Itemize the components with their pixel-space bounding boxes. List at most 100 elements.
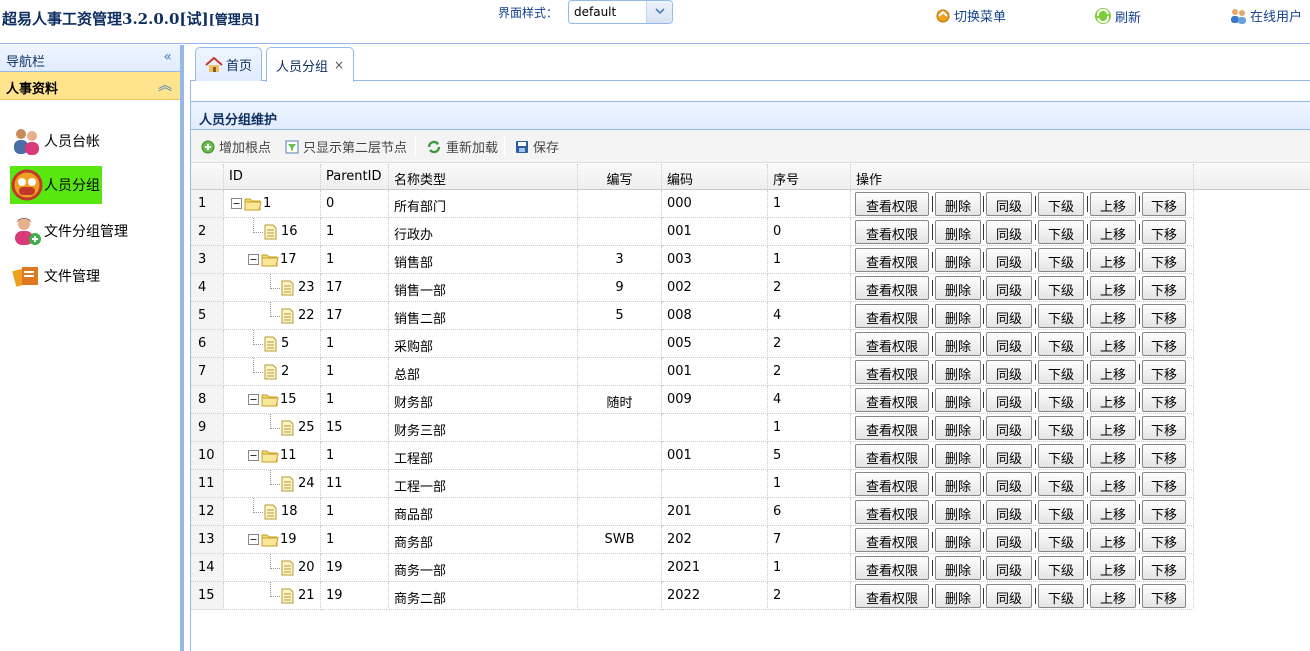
cell-id[interactable]: 22 (224, 302, 321, 330)
cell-id[interactable]: 11 (224, 442, 321, 470)
move-down-button[interactable]: 下移 (1142, 304, 1186, 328)
move-up-button[interactable]: 上移 (1090, 584, 1136, 608)
add-sibling-button[interactable]: 同级 (986, 472, 1032, 496)
move-up-button[interactable]: 上移 (1090, 276, 1136, 300)
delete-button[interactable]: 删除 (935, 388, 981, 412)
delete-button[interactable]: 删除 (935, 444, 981, 468)
view-permissions-button[interactable]: 查看权限 (855, 276, 929, 300)
collapse-up-icon[interactable]: ︽ (158, 75, 172, 95)
add-sibling-button[interactable]: 同级 (986, 248, 1032, 272)
cell-id[interactable]: 15 (224, 386, 321, 414)
delete-button[interactable]: 删除 (935, 276, 981, 300)
cell-id[interactable]: 19 (224, 526, 321, 554)
move-down-button[interactable]: 下移 (1142, 276, 1186, 300)
header-code[interactable]: 编码 (662, 164, 768, 190)
move-down-button[interactable]: 下移 (1142, 500, 1186, 524)
expand-toggle-icon[interactable] (248, 450, 259, 465)
add-child-button[interactable]: 下级 (1038, 444, 1084, 468)
online-users-link[interactable]: 在线用户 (1228, 6, 1302, 25)
delete-button[interactable]: 删除 (935, 332, 981, 356)
move-down-button[interactable]: 下移 (1142, 192, 1186, 216)
move-up-button[interactable]: 上移 (1090, 416, 1136, 440)
cell-id[interactable]: 2 (224, 358, 321, 386)
delete-button[interactable]: 删除 (935, 472, 981, 496)
add-sibling-button[interactable]: 同级 (986, 332, 1032, 356)
collapse-left-icon[interactable]: « (163, 49, 172, 65)
add-child-button[interactable]: 下级 (1038, 500, 1084, 524)
add-sibling-button[interactable]: 同级 (986, 220, 1032, 244)
view-permissions-button[interactable]: 查看权限 (855, 360, 929, 384)
move-down-button[interactable]: 下移 (1142, 332, 1186, 356)
close-icon[interactable]: × (334, 58, 344, 72)
header-name-type[interactable]: 名称类型 (389, 164, 578, 190)
refresh-link[interactable]: 刷新 (1093, 6, 1141, 26)
view-permissions-button[interactable]: 查看权限 (855, 472, 929, 496)
view-permissions-button[interactable]: 查看权限 (855, 332, 929, 356)
move-up-button[interactable]: 上移 (1090, 556, 1136, 580)
view-permissions-button[interactable]: 查看权限 (855, 388, 929, 412)
header-abbr[interactable]: 编写 (578, 164, 662, 190)
tab-home[interactable]: 首页 (195, 47, 263, 81)
add-sibling-button[interactable]: 同级 (986, 192, 1032, 216)
view-permissions-button[interactable]: 查看权限 (855, 304, 929, 328)
move-down-button[interactable]: 下移 (1142, 416, 1186, 440)
add-sibling-button[interactable]: 同级 (986, 444, 1032, 468)
move-down-button[interactable]: 下移 (1142, 248, 1186, 272)
view-permissions-button[interactable]: 查看权限 (855, 556, 929, 580)
sidebar-item-file-groups[interactable]: 文件分组管理 (10, 212, 128, 250)
sidebar-item-file-management[interactable]: 文件管理 (10, 257, 100, 295)
add-sibling-button[interactable]: 同级 (986, 500, 1032, 524)
add-child-button[interactable]: 下级 (1038, 472, 1084, 496)
add-child-button[interactable]: 下级 (1038, 416, 1084, 440)
delete-button[interactable]: 删除 (935, 248, 981, 272)
move-up-button[interactable]: 上移 (1090, 192, 1136, 216)
expand-toggle-icon[interactable] (248, 534, 259, 549)
expand-toggle-icon[interactable] (248, 394, 259, 409)
view-permissions-button[interactable]: 查看权限 (855, 528, 929, 552)
cell-id[interactable]: 17 (224, 246, 321, 274)
view-permissions-button[interactable]: 查看权限 (855, 192, 929, 216)
delete-button[interactable]: 删除 (935, 500, 981, 524)
reload-button[interactable]: 重新加载 (426, 137, 498, 156)
add-child-button[interactable]: 下级 (1038, 528, 1084, 552)
add-child-button[interactable]: 下级 (1038, 360, 1084, 384)
add-child-button[interactable]: 下级 (1038, 276, 1084, 300)
add-child-button[interactable]: 下级 (1038, 248, 1084, 272)
delete-button[interactable]: 删除 (935, 220, 981, 244)
delete-button[interactable]: 删除 (935, 528, 981, 552)
delete-button[interactable]: 删除 (935, 416, 981, 440)
cell-id[interactable]: 5 (224, 330, 321, 358)
add-child-button[interactable]: 下级 (1038, 556, 1084, 580)
cell-id[interactable]: 21 (224, 582, 321, 610)
header-id[interactable]: ID (224, 164, 321, 190)
delete-button[interactable]: 删除 (935, 556, 981, 580)
view-permissions-button[interactable]: 查看权限 (855, 500, 929, 524)
cell-id[interactable]: 18 (224, 498, 321, 526)
cell-id[interactable]: 23 (224, 274, 321, 302)
sidebar-section-header[interactable]: 人事资料 ︽ (0, 72, 180, 100)
move-down-button[interactable]: 下移 (1142, 444, 1186, 468)
delete-button[interactable]: 删除 (935, 192, 981, 216)
add-sibling-button[interactable]: 同级 (986, 360, 1032, 384)
move-up-button[interactable]: 上移 (1090, 500, 1136, 524)
expand-toggle-icon[interactable] (248, 254, 259, 269)
sidebar-item-personnel-groups[interactable]: 人员分组 (10, 166, 102, 204)
move-down-button[interactable]: 下移 (1142, 584, 1186, 608)
view-permissions-button[interactable]: 查看权限 (855, 248, 929, 272)
cell-id[interactable]: 24 (224, 470, 321, 498)
view-permissions-button[interactable]: 查看权限 (855, 444, 929, 468)
move-up-button[interactable]: 上移 (1090, 472, 1136, 496)
move-up-button[interactable]: 上移 (1090, 388, 1136, 412)
header-seq[interactable]: 序号 (768, 164, 851, 190)
add-child-button[interactable]: 下级 (1038, 332, 1084, 356)
delete-button[interactable]: 删除 (935, 304, 981, 328)
cell-id[interactable]: 25 (224, 414, 321, 442)
move-down-button[interactable]: 下移 (1142, 472, 1186, 496)
move-down-button[interactable]: 下移 (1142, 360, 1186, 384)
expand-toggle-icon[interactable] (231, 198, 242, 213)
tab-personnel-groups[interactable]: 人员分组 × (266, 47, 355, 82)
move-up-button[interactable]: 上移 (1090, 304, 1136, 328)
header-parentid[interactable]: ParentID (321, 164, 389, 190)
cell-id[interactable]: 1 (224, 190, 321, 218)
move-up-button[interactable]: 上移 (1090, 444, 1136, 468)
